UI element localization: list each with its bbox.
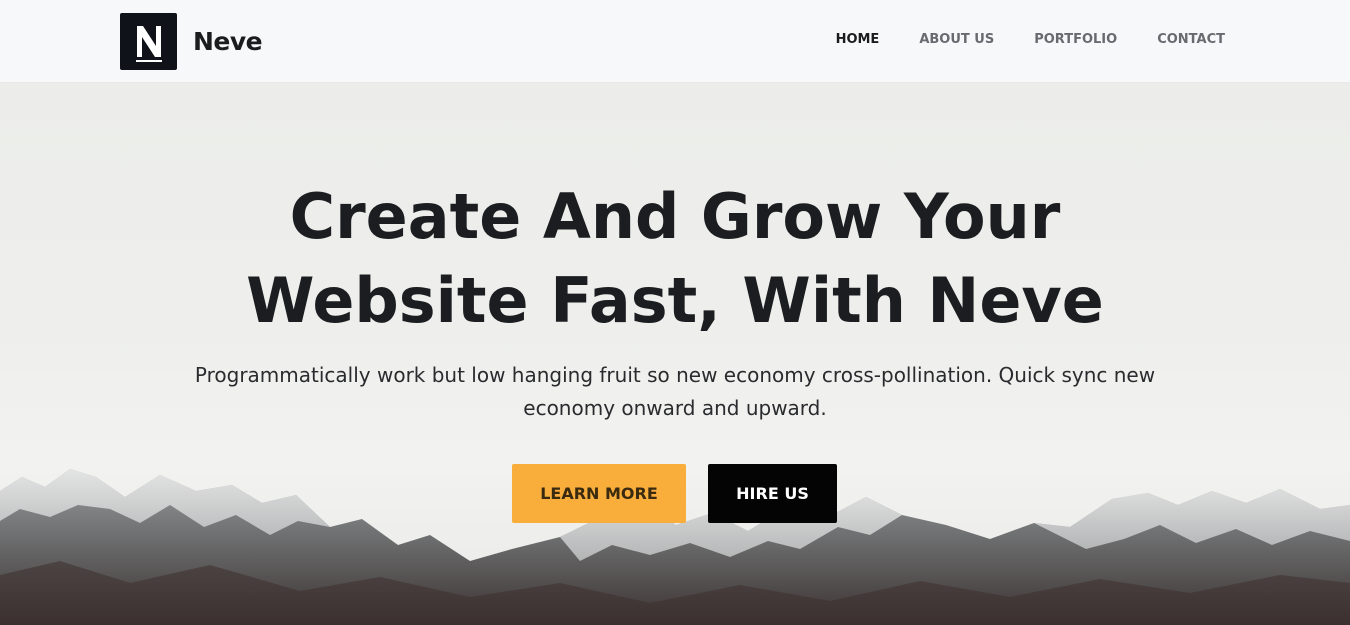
nav-item-contact[interactable]: CONTACT: [1157, 32, 1225, 47]
site-name: Neve: [193, 27, 263, 56]
main-nav: HOME ABOUT US PORTFOLIO CONTACT: [796, 32, 1225, 47]
neve-logo-icon: [120, 13, 177, 70]
nav-item-portfolio[interactable]: PORTFOLIO: [1034, 32, 1117, 47]
learn-more-button[interactable]: LEARN MORE: [512, 464, 686, 523]
site-header: Neve HOME ABOUT US PORTFOLIO CONTACT: [0, 0, 1350, 83]
hero-section: Create And Grow Your Website Fast, With …: [0, 83, 1350, 625]
hero-subtitle: Programmatically work but low hanging fr…: [194, 363, 1156, 420]
hero-title-line-2: Website Fast, With Neve: [246, 264, 1104, 337]
logo-link[interactable]: Neve: [120, 13, 263, 70]
nav-item-home[interactable]: HOME: [836, 32, 880, 47]
hire-us-button[interactable]: HIRE US: [708, 464, 837, 523]
nav-item-about-us[interactable]: ABOUT US: [919, 32, 994, 47]
hero-title: Create And Grow Your Website Fast, With …: [0, 175, 1350, 343]
hero-title-line-1: Create And Grow Your: [289, 180, 1061, 253]
